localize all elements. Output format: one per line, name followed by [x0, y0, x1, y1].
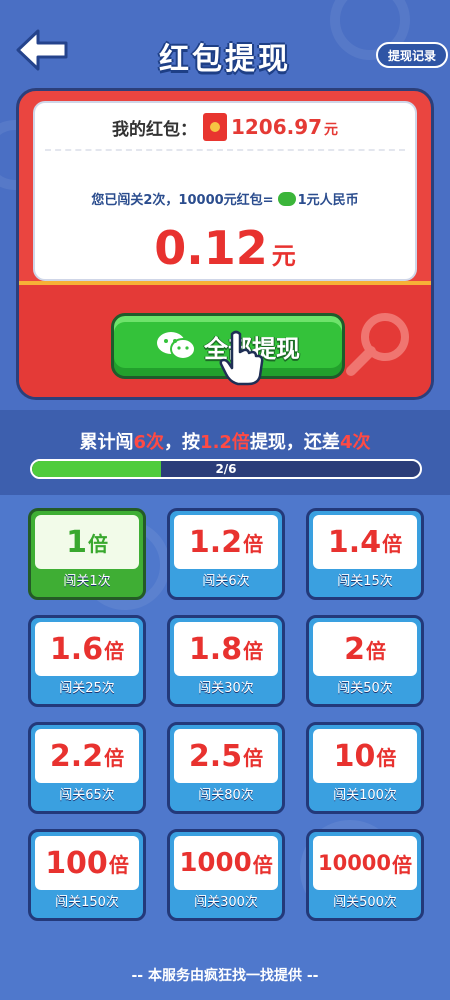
multiplier-unit: 倍: [365, 638, 386, 663]
balance-unit: 元: [324, 122, 339, 138]
multiplier-value: 1.8 倍: [174, 622, 278, 676]
withdraw-record-button[interactable]: 提现记录: [376, 42, 448, 68]
multiplier-requirement: 闯关65次: [59, 788, 115, 803]
multiplier-number: 1.6: [49, 631, 104, 667]
multiplier-unit: 倍: [243, 638, 264, 663]
multiplier-value: 1.2 倍: [174, 515, 278, 569]
multiplier-number: 2: [344, 631, 365, 667]
red-envelope-icon: [202, 113, 227, 141]
multiplier-value: 10 倍: [313, 729, 417, 783]
multiplier-requirement: 闯关500次: [333, 895, 397, 910]
progress-summary: 累计闯6次，按1.2倍提现，还差4次: [0, 428, 450, 454]
multiplier-number: 10: [333, 738, 376, 774]
multiplier-unit: 倍: [108, 852, 129, 877]
multiplier-card[interactable]: 10000 倍闯关500次: [306, 829, 424, 921]
multiplier-card[interactable]: 2.5 倍闯关80次: [167, 722, 285, 814]
multiplier-value: 2倍: [313, 622, 417, 676]
divider: [45, 149, 405, 151]
wechat-icon: [157, 332, 196, 360]
multiplier-value: 1.6 倍: [35, 622, 139, 676]
multiplier-unit: 倍: [382, 531, 403, 556]
multiplier-grid: 1 倍闯关1次 1.2 倍闯关6次 1.4 倍闯关15次 1.6 倍闯关25次 1.8 倍闯关30…: [28, 508, 424, 921]
multiplier-requirement: 闯关150次: [55, 895, 119, 910]
multiplier-value: 1倍: [35, 515, 139, 569]
multiplier-value: 10000 倍: [313, 836, 417, 890]
progress-text-part: 提现，还差: [249, 432, 340, 453]
multiplier-unit: 倍: [243, 531, 264, 556]
balance-value: 1206.97: [230, 115, 323, 139]
multiplier-requirement: 闯关25次: [59, 681, 115, 696]
multiplier-unit: 倍: [252, 852, 273, 877]
multiplier-card[interactable]: 1.4 倍闯关15次: [306, 508, 424, 600]
amount-value: 0.12: [154, 221, 268, 275]
progress-count: 6次: [133, 432, 165, 453]
multiplier-number: 2.2: [49, 738, 104, 774]
multiplier-requirement: 闯关300次: [194, 895, 258, 910]
multiplier-value: 1.4 倍: [313, 515, 417, 569]
footer-credit: -- 本服务由疯狂找一找提供 --: [131, 968, 319, 984]
multiplier-number: 10000: [317, 851, 392, 875]
multiplier-unit: 倍: [87, 531, 108, 556]
multiplier-unit: 倍: [392, 852, 413, 877]
multiplier-number: 1.2: [188, 524, 243, 560]
progress-rate: 1.2倍: [200, 432, 250, 453]
multiplier-requirement: 闯关15次: [337, 574, 393, 589]
magnifier-icon: [346, 313, 409, 376]
multiplier-card[interactable]: 1 倍闯关1次: [28, 508, 146, 600]
progress-text-part: 累计闯: [79, 432, 134, 453]
withdraw-amount: 0.12 元: [35, 221, 415, 275]
multiplier-value: 1000 倍: [174, 836, 278, 890]
multiplier-requirement: 闯关50次: [337, 681, 393, 696]
multiplier-card[interactable]: 2 倍闯关50次: [306, 615, 424, 707]
multiplier-unit: 倍: [376, 745, 397, 770]
multiplier-value: 2.5 倍: [174, 729, 278, 783]
multiplier-card[interactable]: 2.2 倍闯关65次: [28, 722, 146, 814]
multiplier-card[interactable]: 10 倍闯关100次: [306, 722, 424, 814]
multiplier-number: 1.4: [327, 524, 382, 560]
envelope-paper: 我的红包： 1206.97 元 您已闯关2次，10000元红包= 1元人民币 0…: [33, 101, 417, 281]
progress-text-part: ，按: [164, 432, 201, 453]
multiplier-value: 100 倍: [35, 836, 139, 890]
balance-row: 我的红包： 1206.97 元: [35, 109, 415, 145]
multiplier-requirement: 闯关80次: [198, 788, 254, 803]
balance-label: 我的红包：: [111, 119, 197, 140]
multiplier-unit: 倍: [104, 745, 125, 770]
multiplier-number: 1000: [179, 848, 252, 878]
wechat-icon: [277, 191, 296, 206]
amount-unit: 元: [271, 242, 296, 270]
multiplier-number: 1.8: [188, 631, 243, 667]
multiplier-number: 100: [45, 845, 108, 881]
multiplier-unit: 倍: [243, 745, 264, 770]
progress-label: 2/6: [215, 462, 237, 476]
multiplier-card[interactable]: 1.6 倍闯关25次: [28, 615, 146, 707]
progress-remaining: 4次: [339, 432, 371, 453]
multiplier-number: 2.5: [188, 738, 243, 774]
pointing-hand-icon: [219, 330, 264, 386]
multiplier-requirement: 闯关1次: [63, 574, 111, 589]
exchange-text: 您已闯关2次，10000元红包=: [91, 193, 274, 208]
multiplier-value: 2.2 倍: [35, 729, 139, 783]
multiplier-card[interactable]: 1000 倍闯关300次: [167, 829, 285, 921]
exchange-info: 您已闯关2次，10000元红包= 1元人民币: [35, 189, 415, 208]
multiplier-requirement: 闯关6次: [202, 574, 250, 589]
multiplier-requirement: 闯关30次: [198, 681, 254, 696]
multiplier-card[interactable]: 1.2 倍闯关6次: [167, 508, 285, 600]
multiplier-requirement: 闯关100次: [333, 788, 397, 803]
multiplier-card[interactable]: 1.8 倍闯关30次: [167, 615, 285, 707]
multiplier-number: 1: [66, 524, 87, 560]
exchange-rmb: 1元人民币: [297, 193, 359, 208]
multiplier-unit: 倍: [104, 638, 125, 663]
multiplier-card[interactable]: 100 倍闯关150次: [28, 829, 146, 921]
progress-bar: 2/6: [30, 459, 422, 479]
